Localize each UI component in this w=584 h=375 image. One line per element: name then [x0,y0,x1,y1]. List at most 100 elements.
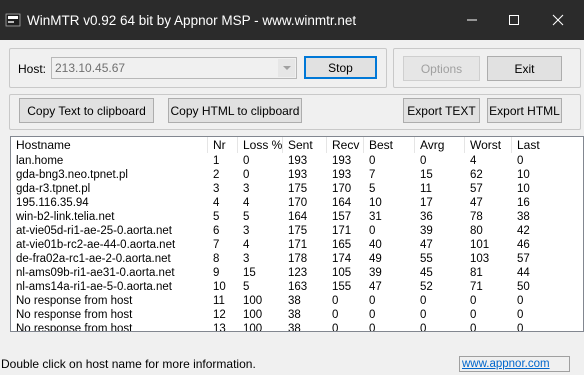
column-header-hostname[interactable]: Hostname [11,137,208,153]
exit-button[interactable]: Exit [487,56,562,81]
column-header-best[interactable]: Best [364,137,415,153]
column-header-sent[interactable]: Sent [283,137,327,153]
cell-best: 31 [369,211,382,223]
appnor-link[interactable]: www.appnor.com [462,358,550,370]
cell-last: 16 [517,197,530,209]
cell-avrg: 39 [420,225,433,237]
cell-loss: 3 [243,183,250,195]
cell-nr: 7 [213,239,220,251]
cell-avrg: 17 [420,197,433,209]
cell-worst: 4 [470,155,477,167]
cell-recv: 105 [332,267,352,279]
cell-loss: 4 [243,197,250,209]
copy-html-button[interactable]: Copy HTML to clipboard [168,98,302,123]
cell-best: 40 [369,239,382,251]
cell-hostname[interactable]: at-vie01b-rc2-ae-44-0.aorta.net [11,238,208,252]
cell-best: 5 [369,183,376,195]
cell-hostname[interactable]: win-b2-link.telia.net [11,210,208,224]
appnor-link-box[interactable]: www.appnor.com [459,356,570,372]
cell-best: 47 [369,281,382,293]
cell-hostname[interactable]: gda-bng3.neo.tpnet.pl [11,168,208,182]
cell-sent: 175 [288,225,308,237]
table-row[interactable]: gda-r3.tpnet.pl 3 3 175 170 5 11 57 10 [11,182,583,196]
app-icon [5,13,21,27]
cell-nr: 4 [213,197,220,209]
cell-best: 0 [369,323,376,332]
column-header-last[interactable]: Last [512,137,583,153]
cell-hostname[interactable]: gda-r3.tpnet.pl [11,182,208,196]
cell-worst: 101 [470,239,490,251]
cell-last: 46 [517,239,530,251]
cell-last: 0 [517,295,524,307]
cell-hostname[interactable]: lan.home [11,154,208,168]
cell-best: 0 [369,295,376,307]
table-row[interactable]: No response from host 13 100 38 0 0 0 0 0 [11,322,583,332]
table-row[interactable]: de-fra02a-rc1-ae-2-0.aorta.net 8 3 178 174 49… [11,252,583,266]
cell-sent: 171 [288,239,308,251]
table-row[interactable]: nl-ams14a-ri1-ae-5-0.aorta.net 10 5 163 155 4… [11,280,583,294]
table-row[interactable]: lan.home 1 0 193 193 0 0 4 0 [11,154,583,168]
cell-hostname[interactable]: at-vie05d-ri1-ae-25-0.aorta.net [11,224,208,238]
host-label: Host: [18,62,47,76]
cell-loss: 5 [243,281,250,293]
cell-worst: 103 [470,253,490,265]
cell-nr: 11 [213,295,225,307]
maximize-icon [509,15,519,25]
results-table[interactable]: Hostname Nr Loss % Sent Recv Best Avrg W… [10,136,584,332]
copy-text-button[interactable]: Copy Text to clipboard [19,98,154,123]
minimize-button[interactable] [449,0,495,40]
cell-recv: 157 [332,211,352,223]
cell-hostname[interactable]: nl-ams09b-ri1-ae31-0.aorta.net [11,266,208,280]
table-row[interactable]: at-vie01b-rc2-ae-44-0.aorta.net 7 4 171 165 4… [11,238,583,252]
export-text-button[interactable]: Export TEXT [403,98,480,123]
table-header: Hostname Nr Loss % Sent Recv Best Avrg W… [11,137,583,153]
cell-hostname[interactable]: No response from host [11,308,208,322]
export-html-button[interactable]: Export HTML [487,98,562,123]
cell-recv: 193 [332,155,352,167]
table-row[interactable]: win-b2-link.telia.net 5 5 164 157 31 36 78 38 [11,210,583,224]
cell-hostname[interactable]: No response from host [11,322,208,331]
cell-loss: 3 [243,253,250,265]
cell-hostname[interactable]: nl-ams14a-ri1-ae-5-0.aorta.net [11,280,208,294]
cell-nr: 10 [213,281,226,293]
column-header-worst[interactable]: Worst [465,137,512,153]
table-row[interactable]: No response from host 12 100 38 0 0 0 0 0 [11,308,583,322]
cell-worst: 57 [470,183,483,195]
cell-avrg: 11 [420,183,432,195]
cell-avrg: 45 [420,267,433,279]
options-button[interactable]: Options [403,56,480,81]
cell-nr: 12 [213,309,226,321]
cell-recv: 193 [332,169,352,181]
cell-loss: 3 [243,225,250,237]
table-row[interactable]: No response from host 11 100 38 0 0 0 0 0 [11,294,583,308]
minimize-icon [467,19,477,21]
host-combobox[interactable]: 213.10.45.67 [51,57,297,79]
cell-best: 49 [369,253,382,265]
cell-best: 10 [369,197,382,209]
stop-button[interactable]: Stop [304,56,377,79]
table-row[interactable]: nl-ams09b-ri1-ae31-0.aorta.net 9 15 123 105 3… [11,266,583,280]
cell-hostname[interactable]: No response from host [11,294,208,308]
combo-dropdown-button[interactable] [278,59,295,77]
cell-hostname[interactable]: de-fra02a-rc1-ae-2-0.aorta.net [11,252,208,266]
cell-hostname[interactable]: 195.116.35.94 [11,196,208,210]
cell-nr: 9 [213,267,220,279]
column-header-loss[interactable]: Loss % [238,137,283,153]
cell-loss: 100 [243,295,263,307]
cell-avrg: 47 [420,239,433,251]
column-header-recv[interactable]: Recv [327,137,364,153]
column-header-avrg[interactable]: Avrg [415,137,465,153]
table-row[interactable]: 195.116.35.94 4 4 170 164 10 17 47 16 [11,196,583,210]
maximize-button[interactable] [491,0,537,40]
column-header-nr[interactable]: Nr [208,137,238,153]
cell-recv: 0 [332,323,339,332]
table-row[interactable]: gda-bng3.neo.tpnet.pl 2 0 193 193 7 15 62 10 [11,168,583,182]
cell-last: 0 [517,323,524,332]
table-row[interactable]: at-vie05d-ri1-ae-25-0.aorta.net 6 3 175 171 0… [11,224,583,238]
cell-sent: 175 [288,183,308,195]
title-bar[interactable]: WinMTR v0.92 64 bit by Appnor MSP - www.… [0,0,584,40]
close-button[interactable] [535,0,581,40]
cell-sent: 38 [288,295,301,307]
cell-last: 10 [517,169,530,181]
cell-loss: 100 [243,309,263,321]
